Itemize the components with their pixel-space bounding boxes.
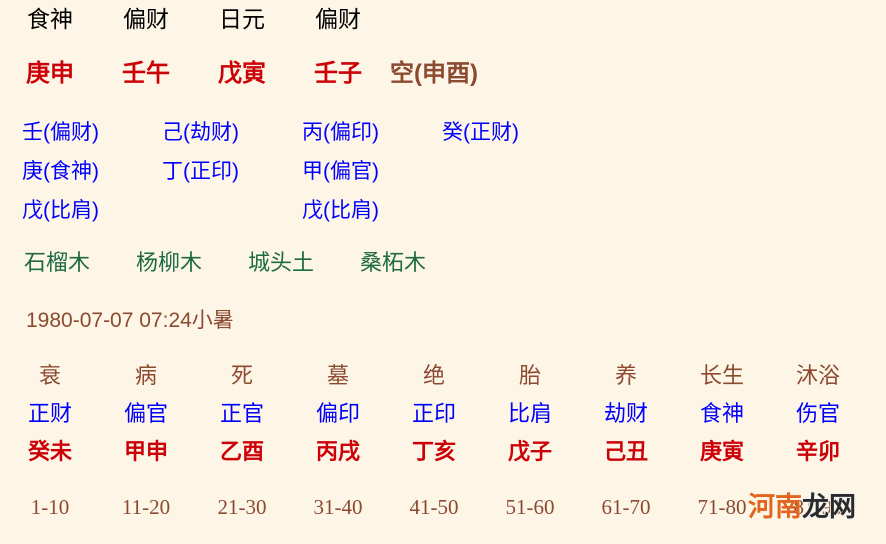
hidden-stem-cell: 甲(偏官) <box>302 160 379 183</box>
hidden-stem-cell: 戊(比肩) <box>302 199 379 222</box>
luck-age-range-cell: 21-30 <box>217 495 267 519</box>
pillar-ganzhi-month: 壬午 <box>122 60 170 87</box>
pillars-ten-gods-row: 食神 偏财 日元 偏财 <box>0 8 886 31</box>
pillar-ganzhi-hour: 壬子 <box>314 60 362 87</box>
hidden-stem-cell: 壬(偏财) <box>22 121 99 144</box>
void-branches-label: 空(申酉) <box>390 60 478 87</box>
luck-ten-god-cell: 劫财 <box>603 401 648 426</box>
luck-ten-god-cell: 正官 <box>219 401 264 426</box>
pillar-ganzhi-year: 庚申 <box>26 60 74 87</box>
nayin-cell: 杨柳木 <box>136 250 203 275</box>
pillar-ten-god: 偏财 <box>98 8 194 31</box>
luck-stage-cell: 绝 <box>422 363 445 388</box>
luck-stage-cell: 死 <box>230 363 253 388</box>
hidden-stem-cell: 丁(正印) <box>162 160 239 183</box>
luck-age-range-row: 1-10 11-20 21-30 31-40 41-50 51-60 61-70 71-80 8… <box>0 497 886 518</box>
luck-age-range-cell: 81-90 <box>793 495 843 519</box>
pillar-ten-god: 偏财 <box>290 8 386 31</box>
luck-age-range-cell: 41-50 <box>409 495 459 519</box>
luck-ganzhi-row: 癸未 甲申 乙酉 丙戌 丁亥 戊子 己丑 庚寅 辛卯 <box>0 441 886 463</box>
luck-ganzhi-cell: 丁亥 <box>411 439 456 464</box>
luck-ganzhi-cell: 庚寅 <box>699 439 744 464</box>
nayin-cell: 石榴木 <box>24 250 91 275</box>
luck-stage-cell: 长生 <box>699 363 744 388</box>
luck-age-range-cell: 51-60 <box>505 495 555 519</box>
pillar-ten-god: 食神 <box>2 8 98 31</box>
luck-ganzhi-cell: 丙戌 <box>315 439 360 464</box>
luck-ten-god-cell: 偏印 <box>315 401 360 426</box>
luck-ten-god-cell: 比肩 <box>507 401 552 426</box>
pillar-ten-god-label: 食神 <box>27 6 73 32</box>
luck-ganzhi-cell: 甲申 <box>123 439 168 464</box>
pillar-day-master-label: 日元 <box>219 6 265 32</box>
luck-ganzhi-cell: 戊子 <box>507 439 552 464</box>
luck-age-range-cell: 61-70 <box>601 495 651 519</box>
nayin-cell: 桑柘木 <box>360 250 427 275</box>
luck-stage-cell: 墓 <box>326 363 349 388</box>
luck-stage-cell: 养 <box>614 363 637 388</box>
luck-ganzhi-cell: 乙酉 <box>219 439 264 464</box>
hidden-stem-cell: 丙(偏印) <box>302 121 379 144</box>
pillar-ten-god-label: 偏财 <box>315 6 361 32</box>
luck-ganzhi-cell: 辛卯 <box>795 439 840 464</box>
luck-ten-god-cell: 食神 <box>699 401 744 426</box>
luck-age-range-cell: 11-20 <box>121 495 171 519</box>
hidden-stem-cell: 庚(食神) <box>22 160 99 183</box>
nayin-row: 石榴木 杨柳木 城头土 桑柘木 <box>0 252 886 274</box>
luck-ganzhi-cell: 己丑 <box>603 439 648 464</box>
hidden-stems-row: 壬(偏财) 己(劫财) 丙(偏印) 癸(正财) <box>0 122 886 143</box>
luck-ganzhi-cell: 癸未 <box>27 439 72 464</box>
nayin-cell: 城头土 <box>248 250 315 275</box>
luck-stage-cell: 衰 <box>38 363 61 388</box>
hidden-stems-row: 庚(食神) 丁(正印) 甲(偏官) <box>0 161 886 182</box>
luck-stage-cell: 病 <box>134 363 157 388</box>
luck-age-range-cell: 71-80 <box>697 495 747 519</box>
luck-ten-gods-row: 正财 偏官 正官 偏印 正印 比肩 劫财 食神 伤官 <box>0 403 886 425</box>
hidden-stem-cell: 戊(比肩) <box>22 199 99 222</box>
pillar-day-master: 日元 <box>194 8 290 31</box>
pillars-ganzhi-row: 庚申 壬午 戊寅 壬子 空(申酉) <box>0 62 886 86</box>
luck-stage-cell: 沐浴 <box>795 363 840 388</box>
luck-ten-god-cell: 正财 <box>27 401 72 426</box>
hidden-stem-cell: 癸(正财) <box>442 121 519 144</box>
luck-age-range-cell: 1-10 <box>30 495 70 519</box>
luck-stage-row: 衰 病 死 墓 绝 胎 养 长生 沐浴 <box>0 365 886 387</box>
solar-term-line: 1980-07-07 07:24小暑 <box>26 309 234 332</box>
pillar-ganzhi-day: 戊寅 <box>218 60 266 87</box>
bazi-chart-page: 食神 偏财 日元 偏财 庚申 壬午 戊寅 壬子 空(申酉) 壬(偏财) 己(劫财) 丙(偏印) 癸(… <box>0 0 886 544</box>
luck-ten-god-cell: 伤官 <box>795 401 840 426</box>
luck-age-range-cell: 31-40 <box>313 495 363 519</box>
luck-stage-cell: 胎 <box>518 363 541 388</box>
hidden-stems-row: 戊(比肩) 戊(比肩) <box>0 200 886 221</box>
pillar-ten-god-label: 偏财 <box>123 6 169 32</box>
luck-ten-god-cell: 偏官 <box>123 401 168 426</box>
hidden-stem-cell: 己(劫财) <box>162 121 239 144</box>
luck-ten-god-cell: 正印 <box>411 401 456 426</box>
